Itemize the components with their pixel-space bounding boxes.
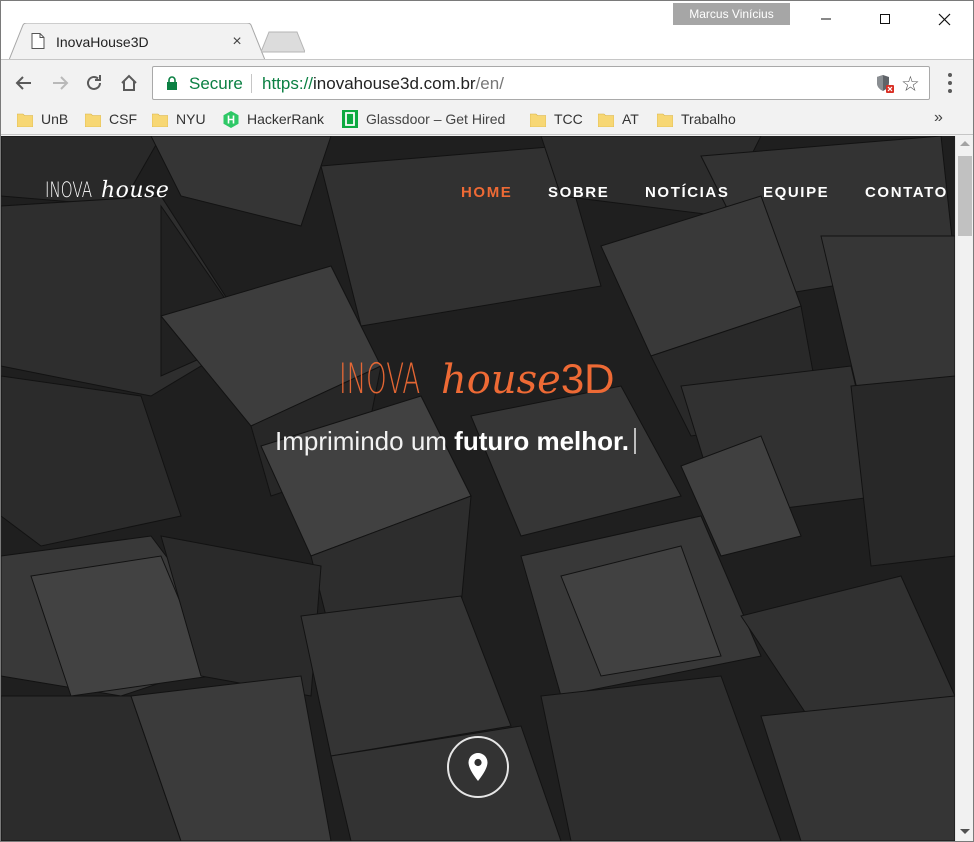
folder-icon	[152, 113, 168, 127]
forward-button[interactable]	[47, 70, 73, 96]
lock-icon	[167, 76, 177, 90]
hero-house-text: house	[441, 357, 561, 403]
bookmark-hackerrank[interactable]: HackerRank	[223, 108, 324, 130]
folder-icon	[598, 113, 614, 127]
map-pin-icon	[468, 753, 488, 781]
page-viewport: INOVA house HOME SOBRE NOTÍCIAS EQUIPE CO…	[1, 136, 955, 841]
arrow-left-icon	[15, 76, 31, 90]
url-path: /en/	[475, 74, 504, 93]
tab-title: InovaHouse3D	[56, 34, 149, 50]
back-button[interactable]	[11, 70, 37, 96]
close-icon	[938, 13, 950, 25]
folder-icon	[657, 113, 673, 127]
bookmark-csf[interactable]: CSF	[85, 108, 137, 130]
nav-contato[interactable]: CONTATO	[865, 184, 948, 204]
logo-inova-text: INOVA	[45, 178, 93, 202]
hero-inova-text: INOVA	[339, 354, 421, 403]
bookmark-glassdoor[interactable]: Glassdoor – Get Hired	[342, 108, 505, 130]
folder-icon	[530, 113, 546, 127]
nav-sobre[interactable]: SOBRE	[548, 184, 609, 204]
hackerrank-icon	[223, 110, 239, 128]
bookmarks-bar: UnB CSF NYU HackerRank Glassdoor – Get H…	[1, 105, 973, 135]
page-icon	[31, 33, 45, 49]
logo-house-text: house	[101, 178, 170, 203]
profile-badge[interactable]: Marcus Vinícius	[673, 3, 790, 25]
url-host: inovahouse3d.com.br	[313, 74, 476, 93]
reload-icon	[87, 75, 101, 90]
bookmark-unb[interactable]: UnB	[17, 108, 68, 130]
home-button[interactable]	[116, 70, 142, 96]
url-scheme: https://	[262, 74, 314, 93]
browser-toolbar: Secure https://inovahouse3d.com.br/en/ ☆	[1, 59, 973, 105]
maximize-icon	[880, 14, 890, 24]
bookmarks-overflow-icon[interactable]: »	[934, 109, 943, 127]
bookmark-at[interactable]: AT	[598, 108, 639, 130]
bookmark-label: UnB	[41, 111, 69, 127]
scroll-up-icon[interactable]	[960, 141, 970, 146]
bookmark-label: Trabalho	[681, 111, 736, 127]
bookmark-label: HackerRank	[247, 111, 325, 127]
nav-noticias[interactable]: NOTÍCIAS	[645, 184, 729, 204]
hero-logo: INOVA house3D	[339, 354, 615, 403]
bookmark-label: NYU	[176, 111, 206, 127]
bookmark-label: Glassdoor – Get Hired	[366, 111, 506, 127]
bookmark-trabalho[interactable]: Trabalho	[657, 108, 736, 130]
typing-caret	[633, 428, 636, 454]
location-button[interactable]	[447, 736, 509, 798]
minimize-icon	[821, 18, 831, 20]
scroll-thumb[interactable]	[958, 156, 972, 236]
menu-icon[interactable]	[947, 72, 953, 94]
minimize-button[interactable]	[797, 1, 855, 37]
bookmark-label: CSF	[109, 111, 137, 127]
hero-3d-text: 3D	[560, 355, 615, 402]
nav-home[interactable]: HOME	[461, 184, 512, 204]
home-icon	[121, 74, 137, 91]
reload-button[interactable]	[81, 70, 107, 96]
blocked-content-icon[interactable]	[876, 74, 894, 94]
bookmark-nyu[interactable]: NYU	[152, 108, 206, 130]
bookmark-label: TCC	[554, 111, 583, 127]
tagline-bold: futuro melhor.	[454, 426, 629, 456]
security-label[interactable]: Secure	[189, 74, 243, 94]
tagline-prefix: Imprimindo um	[275, 426, 455, 456]
address-separator	[251, 74, 252, 93]
tab-close-icon[interactable]: ×	[230, 34, 244, 50]
title-bar: InovaHouse3D × Marcus Vinícius	[1, 1, 973, 60]
arrow-right-icon	[53, 76, 69, 90]
glassdoor-icon	[342, 110, 358, 128]
maximize-button[interactable]	[856, 1, 914, 37]
page-scrollbar[interactable]	[955, 136, 973, 841]
nav-equipe[interactable]: EQUIPE	[763, 184, 829, 204]
scroll-down-icon[interactable]	[960, 829, 970, 834]
folder-icon	[17, 113, 33, 127]
url-text[interactable]: https://inovahouse3d.com.br/en/	[262, 74, 504, 94]
hero-tagline: Imprimindo um futuro melhor.	[275, 426, 636, 457]
bookmark-label: AT	[622, 111, 639, 127]
new-tab-button[interactable]	[261, 31, 305, 53]
close-window-button[interactable]	[915, 1, 973, 37]
browser-window: InovaHouse3D × Marcus Vinícius Secure ht…	[0, 0, 974, 842]
bookmark-tcc[interactable]: TCC	[530, 108, 583, 130]
folder-icon	[85, 113, 101, 127]
bookmark-star-icon[interactable]: ☆	[901, 72, 920, 97]
address-bar[interactable]: Secure https://inovahouse3d.com.br/en/ ☆	[152, 66, 930, 100]
site-logo[interactable]: INOVA house	[45, 178, 169, 203]
